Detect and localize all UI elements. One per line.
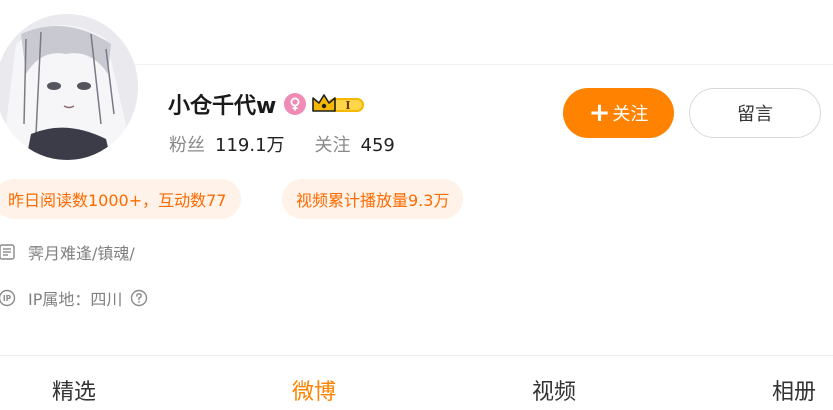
follow-button[interactable]: + 关注 <box>563 88 674 138</box>
female-symbol <box>290 97 300 111</box>
followers-count[interactable]: 119.1万 <box>215 131 285 157</box>
bio-row: 霁月难逢/镇魂/ <box>0 240 135 264</box>
svg-text:IP: IP <box>3 294 12 303</box>
tab-video[interactable]: 视频 <box>532 374 576 406</box>
following-count[interactable]: 459 <box>361 135 395 156</box>
following-label[interactable]: 关注 <box>315 131 351 157</box>
ip-row: IP IP属地：四川 <box>0 286 148 310</box>
username[interactable]: 小仓千代w <box>168 88 276 120</box>
reads-tag-text: 昨日阅读数1000+，互动数77 <box>8 191 227 210</box>
profile-page: 小仓千代w I 粉丝 119.1万 关注 459 + 关注 留言 昨日阅读数10… <box>0 0 833 410</box>
help-icon[interactable] <box>130 289 148 307</box>
tab-album[interactable]: 相册 <box>772 374 816 406</box>
plays-tag: 视频累计播放量9.3万 <box>282 179 464 219</box>
message-button[interactable]: 留言 <box>689 88 821 138</box>
follow-label: 关注 <box>612 104 649 125</box>
bio-icon <box>0 243 16 261</box>
bio-text: 霁月难逢/镇魂/ <box>28 244 135 263</box>
crown-icon: I <box>312 94 365 112</box>
vip-level: I <box>346 99 351 112</box>
reads-tag: 昨日阅读数1000+，互动数77 <box>0 179 241 219</box>
tab-featured[interactable]: 精选 <box>52 374 96 406</box>
ip-text: IP属地：四川 <box>28 290 123 309</box>
ip-location-icon: IP <box>0 289 16 307</box>
message-label: 留言 <box>737 104 773 125</box>
crown-vip-icon[interactable]: I <box>310 92 366 116</box>
plays-tag-text: 视频累计播放量9.3万 <box>296 191 450 210</box>
avatar-illustration <box>0 14 138 160</box>
plus-icon: + <box>588 98 611 128</box>
female-icon <box>284 93 307 115</box>
followers-label[interactable]: 粉丝 <box>169 131 205 157</box>
name-row: 小仓千代w I <box>168 88 366 120</box>
tab-weibo[interactable]: 微博 <box>292 374 336 406</box>
tabs-divider <box>0 355 833 356</box>
stats-row: 粉丝 119.1万 关注 459 <box>169 131 395 157</box>
avatar[interactable] <box>0 14 138 160</box>
